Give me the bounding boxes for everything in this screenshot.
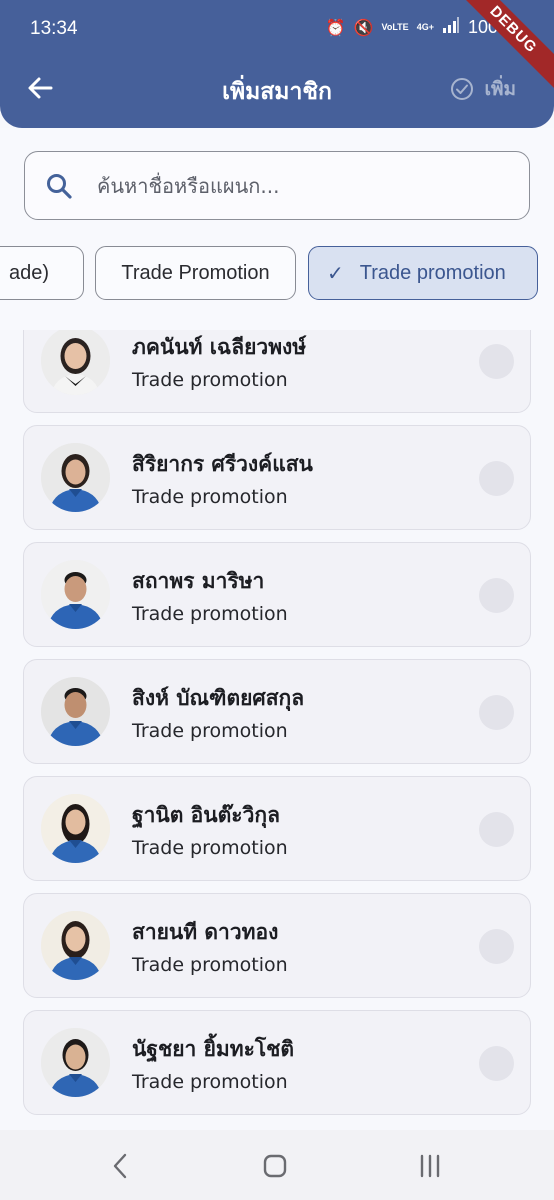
add-button[interactable]: เพิ่ม xyxy=(450,74,516,104)
select-radio[interactable] xyxy=(479,695,514,730)
member-item[interactable]: สถาพร มาริษา Trade promotion xyxy=(23,542,531,647)
add-button-label: เพิ่ม xyxy=(484,78,516,100)
network-type: 4G+ xyxy=(416,22,434,32)
member-name: ภคนันท์ เฉลียวพงษ์ xyxy=(132,335,307,359)
avatar xyxy=(41,911,110,980)
member-department: Trade promotion xyxy=(132,1071,288,1093)
filter-chip-label: ade) xyxy=(9,261,50,284)
avatar xyxy=(41,330,110,395)
select-radio[interactable] xyxy=(479,578,514,613)
select-radio[interactable] xyxy=(479,344,514,379)
search-input[interactable] xyxy=(97,162,517,210)
system-nav-bar xyxy=(0,1130,554,1200)
member-item[interactable]: ภคนันท์ เฉลียวพงษ์ Trade promotion xyxy=(23,330,531,413)
filter-chips: ade) Trade Promotion ✓ Trade promotion xyxy=(0,246,554,300)
filter-chip-label: Trade Promotion xyxy=(121,261,270,284)
avatar xyxy=(41,677,110,746)
nav-recents-button[interactable] xyxy=(410,1148,450,1184)
member-department: Trade promotion xyxy=(132,603,288,625)
member-name: สถาพร มาริษา xyxy=(132,569,265,593)
search-panel: ade) Trade Promotion ✓ Trade promotion xyxy=(0,128,554,330)
member-name: สายนที ดาวทอง xyxy=(132,920,279,944)
status-bar: 13:34 ⏰ 🔇 VoLTE 4G+ 100% xyxy=(0,0,554,60)
mute-icon: 🔇 xyxy=(353,19,374,37)
avatar xyxy=(41,794,110,863)
member-list: ภคนันท์ เฉลียวพงษ์ Trade promotion สิริย… xyxy=(0,330,554,1130)
app-bar: เพิ่มสมาชิก เพิ่ม xyxy=(0,60,554,116)
select-radio[interactable] xyxy=(479,929,514,964)
member-department: Trade promotion xyxy=(132,837,288,859)
filter-chip[interactable]: Trade Promotion xyxy=(95,246,296,300)
signal-icon xyxy=(442,17,460,38)
avatar xyxy=(41,560,110,629)
member-name: สิริยากร ศรีวงค์แสน xyxy=(132,452,313,476)
recents-icon xyxy=(420,1154,440,1178)
app-header: 13:34 ⏰ 🔇 VoLTE 4G+ 100% DEBUG เพิ่มสมาช… xyxy=(0,0,554,128)
member-item[interactable]: ฐานิต อินต๊ะวิกุล Trade promotion xyxy=(23,776,531,881)
avatar xyxy=(41,1028,110,1097)
member-name: นัฐชยา ยิ้มทะโชติ xyxy=(132,1037,295,1061)
select-radio[interactable] xyxy=(479,812,514,847)
member-item[interactable]: นัฐชยา ยิ้มทะโชติ Trade promotion xyxy=(23,1010,531,1115)
check-icon: ✓ xyxy=(327,262,344,285)
select-radio[interactable] xyxy=(479,461,514,496)
member-department: Trade promotion xyxy=(132,486,288,508)
nav-home-button[interactable] xyxy=(255,1148,295,1184)
member-item[interactable]: สิงห์ บัณฑิตยศสกุล Trade promotion xyxy=(23,659,531,764)
select-radio[interactable] xyxy=(479,1046,514,1081)
member-department: Trade promotion xyxy=(132,954,288,976)
volte-icon: VoLTE xyxy=(381,22,409,32)
member-department: Trade promotion xyxy=(132,720,288,742)
nav-back-button[interactable] xyxy=(100,1148,140,1184)
search-box[interactable] xyxy=(24,151,530,220)
filter-chip-selected[interactable]: ✓ Trade promotion xyxy=(308,246,538,300)
alarm-icon: ⏰ xyxy=(325,19,346,37)
member-item[interactable]: สิริยากร ศรีวงค์แสน Trade promotion xyxy=(23,425,531,530)
search-icon xyxy=(47,174,72,199)
member-name: สิงห์ บัณฑิตยศสกุล xyxy=(132,686,305,710)
member-department: Trade promotion xyxy=(132,369,288,391)
home-square-icon xyxy=(263,1154,287,1178)
filter-chip-label: Trade promotion xyxy=(359,261,506,284)
filter-chip[interactable]: ade) xyxy=(0,246,84,300)
chevron-left-icon xyxy=(113,1153,127,1179)
avatar xyxy=(41,443,110,512)
member-name: ฐานิต อินต๊ะวิกุล xyxy=(132,803,280,827)
check-circle-icon xyxy=(451,78,474,100)
member-item[interactable]: สายนที ดาวทอง Trade promotion xyxy=(23,893,531,998)
status-time: 13:34 xyxy=(30,18,78,39)
